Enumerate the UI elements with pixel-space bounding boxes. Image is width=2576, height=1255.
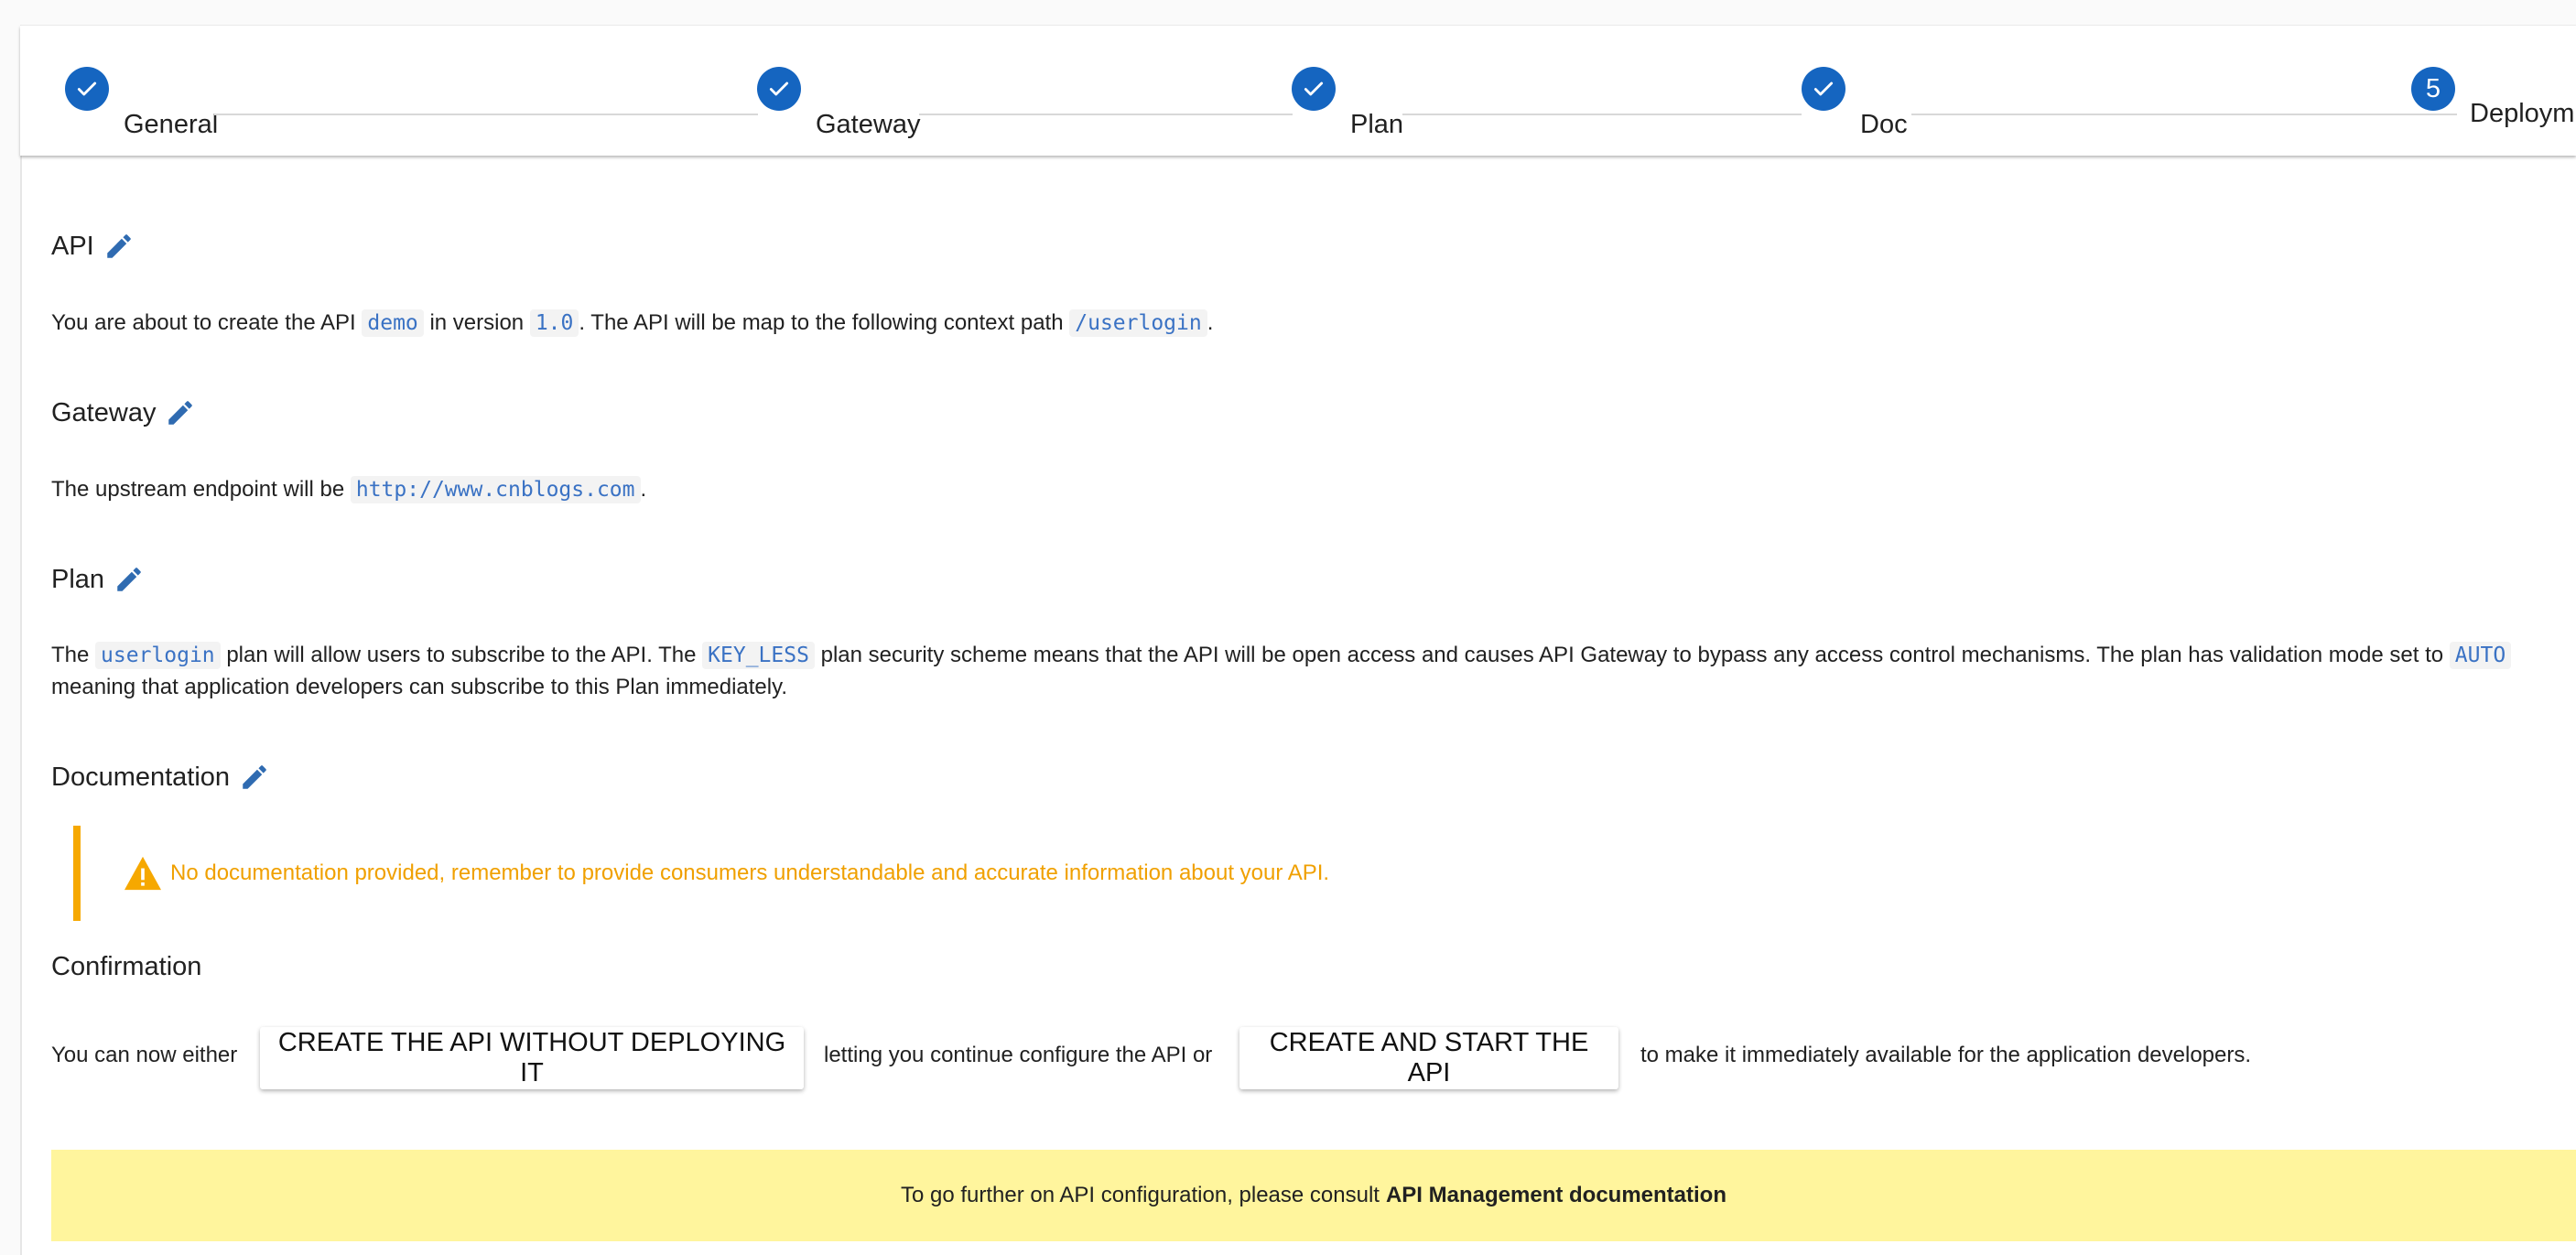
step-plan-label: Plan — [1350, 110, 1404, 139]
confirmation-text-1: You can now either — [51, 1043, 238, 1067]
plan-summary-line-2: meaning that application developers can … — [51, 675, 787, 699]
step-general-complete — [65, 67, 109, 111]
step-doc-label: Doc — [1860, 110, 1908, 139]
step-gateway-label: Gateway — [816, 110, 921, 139]
confirmation-text-3: to make it immediately available for the… — [1640, 1043, 2252, 1067]
pencil-icon[interactable] — [165, 397, 196, 428]
pencil-icon[interactable] — [239, 762, 270, 793]
section-plan: Plan — [51, 564, 145, 595]
plan-summary: The userlogin plan will allow users to s… — [51, 640, 2512, 671]
section-gateway: Gateway — [51, 397, 196, 428]
step-connector — [214, 114, 758, 115]
step-plan-complete — [1292, 67, 1336, 111]
section-api: API — [51, 231, 135, 262]
step-gateway-complete — [757, 67, 801, 111]
gateway-endpoint: http://www.cnblogs.com — [350, 476, 641, 503]
api-version: 1.0 — [529, 309, 579, 337]
section-gateway-title: Gateway — [51, 397, 157, 427]
step-connector — [1911, 114, 2457, 115]
pencil-icon[interactable] — [114, 564, 145, 595]
check-icon — [1813, 81, 1834, 96]
step-deployment-number: 5 — [2411, 67, 2455, 111]
section-documentation: Documentation — [51, 762, 270, 793]
section-documentation-title: Documentation — [51, 762, 231, 792]
banner-doc-link[interactable]: API Management documentation — [1386, 1183, 1726, 1208]
warning-icon — [124, 856, 161, 891]
create-and-start-api-button[interactable]: CREATE AND START THE API — [1239, 1027, 1618, 1089]
check-icon — [769, 81, 789, 96]
step-connector — [919, 114, 1293, 115]
step-connector — [1402, 114, 1802, 115]
api-name: demo — [362, 309, 424, 337]
gateway-summary: The upstream endpoint will be http://www… — [51, 476, 647, 503]
section-api-title: API — [51, 231, 94, 261]
documentation-warning: No documentation provided, remember to p… — [73, 826, 1545, 921]
documentation-warning-text: No documentation provided, remember to p… — [170, 860, 1330, 885]
step-deployment-label: Deploym — [2470, 99, 2575, 128]
plan-validation: AUTO — [2449, 642, 2512, 669]
documentation-banner: To go further on API configuration, plea… — [51, 1150, 2576, 1241]
section-confirmation-title: Confirmation — [51, 952, 202, 981]
step-doc-complete — [1802, 67, 1845, 111]
api-context-path: /userlogin — [1069, 309, 1207, 337]
section-plan-title: Plan — [51, 564, 105, 594]
pencil-icon[interactable] — [103, 231, 135, 262]
plan-security: KEY_LESS — [702, 642, 815, 669]
api-summary: You are about to create the API demo in … — [51, 309, 1214, 337]
create-api-button[interactable]: CREATE THE API WITHOUT DEPLOYING IT — [260, 1027, 804, 1089]
stepper: General Gateway Plan Doc 5 Deploym — [20, 26, 2576, 156]
banner-text: To go further on API configuration, plea… — [900, 1183, 1380, 1207]
check-icon — [77, 81, 97, 96]
step-general-label: General — [124, 110, 219, 139]
section-confirmation: Confirmation — [51, 952, 201, 982]
plan-name: userlogin — [95, 642, 221, 669]
check-icon — [1304, 81, 1324, 96]
confirmation-text-2: letting you continue configure the API o… — [824, 1043, 1213, 1067]
